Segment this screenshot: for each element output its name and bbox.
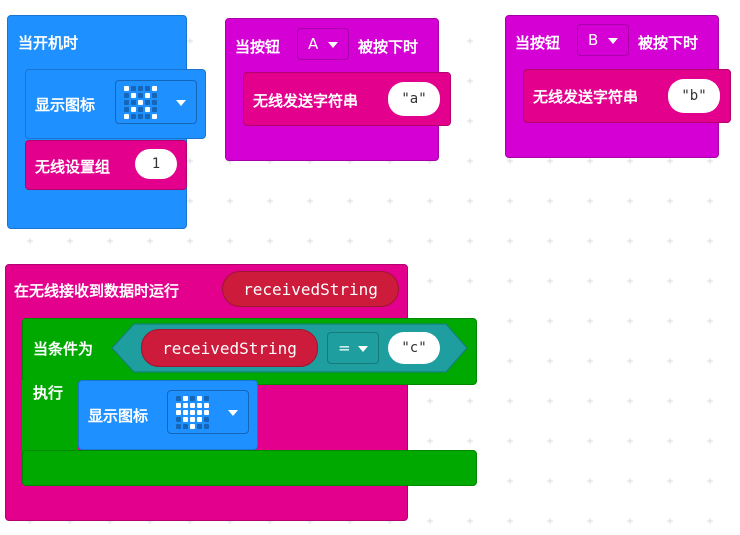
- led-off: [152, 100, 157, 105]
- radio-send-label: 无线发送字符串: [533, 88, 639, 106]
- led-on: [183, 403, 188, 408]
- led-off: [145, 100, 150, 105]
- led-off: [124, 93, 129, 98]
- led-on: [145, 93, 150, 98]
- led-on: [197, 417, 202, 422]
- chevron-down-icon: [608, 38, 618, 44]
- led-off: [204, 424, 209, 429]
- led-on: [176, 410, 181, 415]
- compare-left-variable[interactable]: receivedString: [141, 329, 318, 367]
- led-on: [197, 396, 202, 401]
- radio-set-group-label: 无线设置组: [35, 158, 111, 176]
- led-on: [190, 403, 195, 408]
- led-off: [124, 100, 129, 105]
- led-on: [176, 403, 181, 408]
- icon-dropdown[interactable]: [167, 390, 249, 434]
- led-on: [197, 403, 202, 408]
- show-icon-label: 显示图标: [88, 407, 149, 425]
- chevron-down-icon: [358, 346, 368, 352]
- led-off: [138, 107, 143, 112]
- chevron-down-icon: [328, 42, 338, 48]
- radio-group-value[interactable]: 1: [135, 149, 177, 179]
- led-off: [145, 114, 150, 119]
- led-on: [190, 410, 195, 415]
- led-on: [152, 114, 157, 119]
- button-a-dropdown[interactable]: A: [297, 28, 349, 60]
- button-b-suffix: 被按下时: [638, 34, 699, 52]
- led-on: [197, 410, 202, 415]
- button-b-value: B: [588, 31, 599, 49]
- led-on: [204, 410, 209, 415]
- button-a-prefix: 当按钮: [235, 38, 281, 56]
- send-string-value[interactable]: "b": [668, 79, 720, 113]
- if-label: 当条件为: [33, 340, 94, 358]
- show-icon-label: 显示图标: [35, 96, 96, 114]
- button-a-suffix: 被按下时: [358, 38, 419, 56]
- chevron-down-icon: [176, 100, 186, 106]
- led-on: [131, 93, 136, 98]
- led-off: [138, 93, 143, 98]
- led-off: [138, 86, 143, 91]
- on-start-label: 当开机时: [18, 34, 79, 52]
- led-on: [124, 114, 129, 119]
- button-b-prefix: 当按钮: [515, 34, 561, 52]
- on-received-label: 在无线接收到数据时运行: [14, 282, 180, 300]
- led-on: [131, 107, 136, 112]
- operator-value: =: [338, 339, 351, 357]
- led-off: [204, 417, 209, 422]
- radio-send-label: 无线发送字符串: [253, 92, 359, 110]
- led-off: [204, 396, 209, 401]
- led-on: [124, 86, 129, 91]
- led-on: [145, 107, 150, 112]
- led-off: [152, 93, 157, 98]
- led-on: [204, 403, 209, 408]
- led-off: [190, 396, 195, 401]
- led-off: [145, 86, 150, 91]
- led-on: [190, 417, 195, 422]
- led-off: [131, 114, 136, 119]
- led-off: [131, 86, 136, 91]
- led-on: [190, 424, 195, 429]
- led-on: [183, 396, 188, 401]
- chevron-down-icon: [228, 410, 238, 416]
- led-off: [138, 114, 143, 119]
- do-label: 执行: [33, 384, 64, 402]
- received-string-param[interactable]: receivedString: [222, 271, 399, 307]
- led-off: [197, 424, 202, 429]
- button-a-value: A: [308, 35, 319, 53]
- operator-dropdown[interactable]: =: [327, 332, 379, 364]
- led-off: [124, 107, 129, 112]
- led-on: [183, 410, 188, 415]
- led-off: [183, 424, 188, 429]
- cross-icon: [124, 86, 157, 119]
- led-on: [138, 100, 143, 105]
- send-string-value[interactable]: "a": [388, 82, 440, 116]
- heart-icon: [176, 396, 209, 429]
- led-on: [183, 417, 188, 422]
- led-off: [176, 424, 181, 429]
- led-off: [131, 100, 136, 105]
- compare-right-value[interactable]: "c": [388, 332, 440, 364]
- button-b-dropdown[interactable]: B: [577, 24, 629, 56]
- led-off: [176, 417, 181, 422]
- led-off: [152, 107, 157, 112]
- icon-dropdown[interactable]: [115, 80, 197, 124]
- led-off: [176, 396, 181, 401]
- led-on: [152, 86, 157, 91]
